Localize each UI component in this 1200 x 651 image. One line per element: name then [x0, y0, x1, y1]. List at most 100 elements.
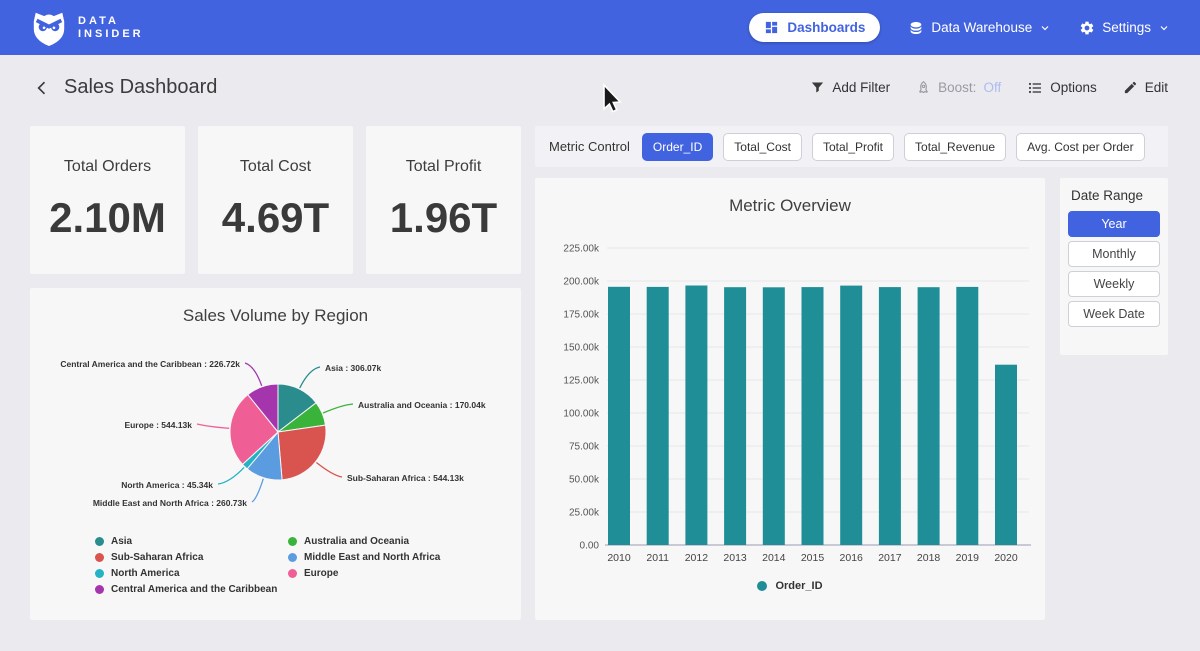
bar-2020[interactable] — [995, 365, 1017, 545]
bar-2016[interactable] — [840, 286, 862, 545]
kpi-value: 4.69T — [198, 194, 353, 242]
boost-toggle[interactable]: Boost: Off — [916, 80, 1001, 95]
brand-line-2: INSIDER — [78, 28, 144, 41]
x-tick-label-2012: 2012 — [685, 552, 709, 564]
legend-label: Europe — [304, 568, 338, 579]
pie-slice-sub-saharan-africa[interactable] — [278, 425, 326, 480]
bar-2015[interactable] — [802, 287, 824, 545]
date-range-button-year[interactable]: Year — [1068, 211, 1160, 237]
bar-2010[interactable] — [608, 287, 630, 545]
rocket-icon — [916, 80, 931, 95]
legend-dot — [95, 537, 104, 546]
metric-control-bar: Metric Control Order_ID Total_Cost Total_P… — [535, 126, 1168, 167]
database-icon — [908, 20, 924, 36]
dashboards-button[interactable]: Dashboards — [749, 13, 880, 42]
y-tick-label: 200.00k — [563, 277, 600, 288]
pie-leader-line — [245, 363, 262, 386]
pie-legend-column-1: Asia Sub-Saharan Africa North America Centr… — [95, 533, 277, 597]
legend-item-sub-saharan-africa[interactable]: Sub-Saharan Africa — [95, 549, 277, 565]
data-warehouse-menu[interactable]: Data Warehouse — [908, 20, 1051, 36]
bar-chart-card: Metric Overview 0.0025.00k50.00k75.00k10… — [535, 178, 1045, 620]
date-range-button-weekly[interactable]: Weekly — [1068, 271, 1160, 297]
boost-state: Off — [983, 80, 1001, 95]
date-range-button-monthly[interactable]: Monthly — [1068, 241, 1160, 267]
bar-2018[interactable] — [918, 287, 940, 545]
bar-2011[interactable] — [647, 287, 669, 545]
pie-slice-label-middle-east-and-north-africa: Middle East and North Africa : 260.73k — [93, 498, 247, 508]
x-tick-label-2019: 2019 — [956, 552, 980, 564]
legend-dot — [288, 553, 297, 562]
bar-2019[interactable] — [956, 287, 978, 545]
chevron-left-icon — [32, 78, 52, 98]
options-button[interactable]: Options — [1027, 80, 1097, 96]
legend-dot — [288, 569, 297, 578]
kpi-label: Total Orders — [30, 158, 185, 176]
settings-menu[interactable]: Settings — [1079, 20, 1170, 36]
kpi-value: 1.96T — [366, 194, 521, 242]
bar-chart: 0.0025.00k50.00k75.00k100.00k125.00k150.… — [535, 238, 1045, 573]
pie-slice-label-asia: Asia : 306.07k — [325, 363, 382, 373]
chevron-down-icon — [1158, 22, 1170, 34]
bar-2014[interactable] — [763, 287, 785, 545]
y-tick-label: 25.00k — [569, 508, 600, 519]
y-tick-label: 150.00k — [563, 343, 600, 354]
pie-chart-card: Sales Volume by Region Asia : 306.07k Aus… — [30, 288, 521, 620]
edit-button[interactable]: Edit — [1123, 80, 1168, 95]
metric-button-order-id[interactable]: Order_ID — [642, 133, 713, 161]
legend-item-asia[interactable]: Asia — [95, 533, 277, 549]
y-tick-label: 75.00k — [569, 442, 600, 453]
date-range-button-week-date[interactable]: Week Date — [1068, 301, 1160, 327]
header-actions: Add Filter Boost: Off Options — [810, 80, 1168, 96]
nav-actions: Dashboards Data Warehouse Settings — [749, 13, 1170, 42]
bar-2013[interactable] — [724, 287, 746, 545]
legend-label: North America — [111, 568, 180, 579]
pencil-icon — [1123, 80, 1138, 95]
legend-item-north-america[interactable]: North America — [95, 565, 277, 581]
x-tick-label-2010: 2010 — [607, 552, 631, 564]
y-tick-label: 175.00k — [563, 310, 600, 321]
pie-leader-line — [197, 424, 229, 428]
metric-button-total-cost[interactable]: Total_Cost — [723, 133, 802, 161]
legend-item-australia-and-oceania[interactable]: Australia and Oceania — [288, 533, 440, 549]
date-range-buttons: Year Monthly Weekly Week Date — [1068, 211, 1160, 327]
x-tick-label-2014: 2014 — [762, 552, 786, 564]
legend-label: Central America and the Caribbean — [111, 584, 277, 595]
page-title: Sales Dashboard — [64, 76, 217, 99]
legend-dot — [95, 553, 104, 562]
date-range-card: Date Range YearMonthlyWeeklyWeek Date — [1060, 178, 1168, 355]
bar-2012[interactable] — [685, 286, 707, 546]
legend-dot — [95, 569, 104, 578]
metric-button-total-revenue[interactable]: Total_Revenue — [904, 133, 1006, 161]
x-tick-label-2013: 2013 — [723, 552, 747, 564]
legend-label: Sub-Saharan Africa — [111, 552, 203, 563]
pie-leader-line — [300, 367, 320, 388]
bar-2017[interactable] — [879, 287, 901, 545]
bar-chart-legend-item[interactable]: Order_ID — [535, 580, 1045, 592]
x-tick-label-2011: 2011 — [646, 552, 669, 564]
pie-chart-title: Sales Volume by Region — [30, 288, 521, 326]
metric-control-label: Metric Control — [549, 139, 630, 154]
pie-slice-label-north-america: North America : 45.34k — [121, 480, 213, 490]
x-tick-label-2015: 2015 — [801, 552, 825, 564]
legend-item-central-america-and-the-caribbean[interactable]: Central America and the Caribbean — [95, 581, 277, 597]
legend-item-middle-east-and-north-africa[interactable]: Middle East and North Africa — [288, 549, 440, 565]
brand[interactable]: DATA INSIDER — [30, 8, 144, 48]
add-filter-button[interactable]: Add Filter — [810, 80, 890, 95]
brand-text: DATA INSIDER — [78, 15, 144, 41]
kpi-label: Total Cost — [198, 158, 353, 176]
x-tick-label-2016: 2016 — [840, 552, 864, 564]
kpi-card-total-profit: Total Profit 1.96T — [366, 126, 521, 274]
bar-chart-title: Metric Overview — [535, 178, 1045, 216]
metric-button-total-profit[interactable]: Total_Profit — [812, 133, 894, 161]
back-button[interactable] — [32, 78, 52, 98]
metric-button-avg-cost-per-order[interactable]: Avg. Cost per Order — [1016, 133, 1145, 161]
page-header: Sales Dashboard Add Filter Boost: Off — [0, 55, 1200, 120]
kpi-value: 2.10M — [30, 194, 185, 242]
top-nav: DATA INSIDER Dashboards Data Warehouse — [0, 0, 1200, 55]
legend-item-europe[interactable]: Europe — [288, 565, 440, 581]
x-tick-label-2017: 2017 — [878, 552, 902, 564]
legend-label: Order_ID — [775, 580, 822, 592]
y-tick-label: 225.00k — [563, 244, 600, 255]
legend-dot — [288, 537, 297, 546]
data-warehouse-label: Data Warehouse — [931, 20, 1032, 35]
